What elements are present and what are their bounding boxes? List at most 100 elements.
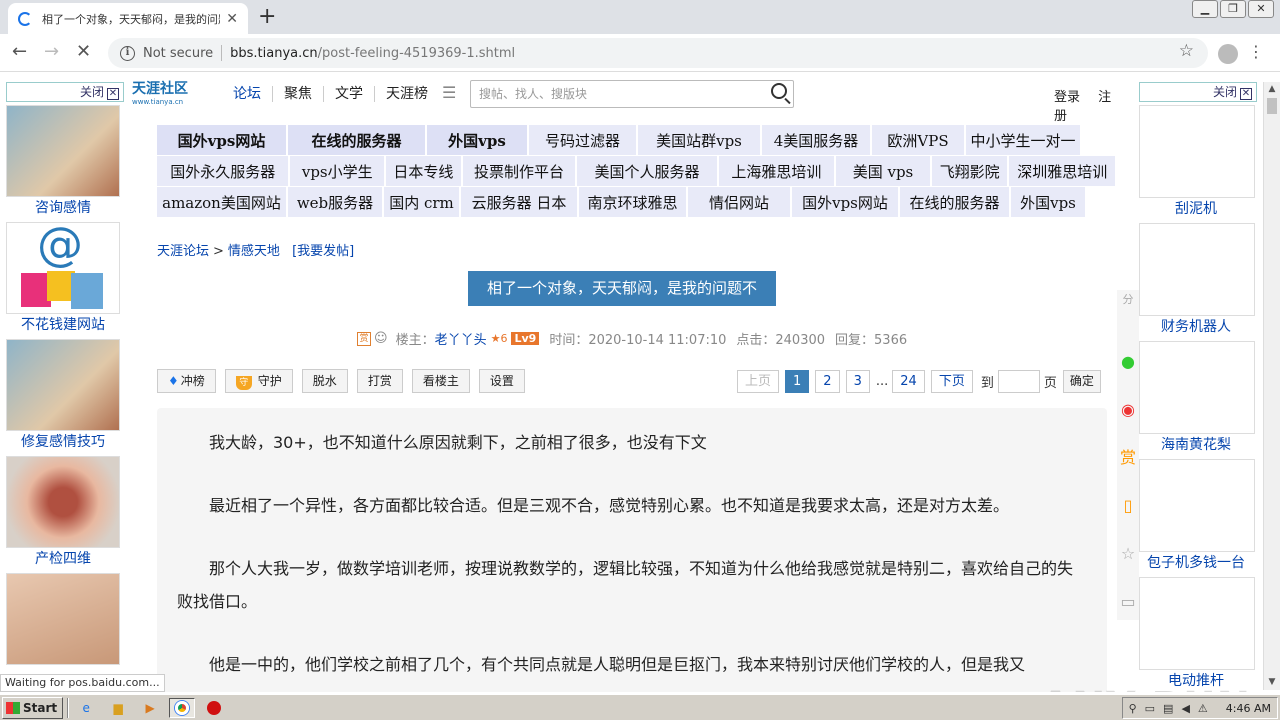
rank-button[interactable]: ♦ 冲榜 xyxy=(157,369,216,393)
ad-image[interactable] xyxy=(6,573,120,665)
share-icon[interactable]: 分 xyxy=(1117,290,1139,338)
comment-icon[interactable]: ▭ xyxy=(1117,578,1139,626)
ad-image[interactable] xyxy=(1139,577,1255,670)
wechat-icon[interactable]: ● xyxy=(1117,338,1139,386)
left-ad-item[interactable] xyxy=(6,573,120,665)
right-ad-item[interactable]: 电动推杆 xyxy=(1139,577,1255,692)
left-ad-label[interactable]: 产检四维 xyxy=(6,548,120,570)
tray-monitor-icon[interactable]: ▭ xyxy=(1145,702,1155,715)
ad-link[interactable]: 美国 vps xyxy=(836,156,930,186)
profile-avatar-icon[interactable] xyxy=(1218,44,1238,64)
left-ad-label[interactable]: 咨询感情 xyxy=(6,197,120,219)
page-number-input[interactable] xyxy=(997,370,1040,393)
left-ad-item[interactable]: 产检四维 xyxy=(6,456,120,570)
minimize-button[interactable]: ▁ xyxy=(1192,0,1218,18)
dehydrate-button[interactable]: 脱水 xyxy=(301,369,348,393)
bookmark-star-icon[interactable]: ☆ xyxy=(1179,41,1194,61)
ad-link[interactable]: 国外永久服务器 xyxy=(157,156,289,186)
next-page-button[interactable]: 下页 xyxy=(930,370,973,393)
ad-image[interactable] xyxy=(1139,105,1255,198)
info-icon[interactable]: i xyxy=(120,45,135,61)
right-ad-label[interactable]: 刮泥机 xyxy=(1139,198,1253,220)
breadcrumb-forum[interactable]: 天涯论坛 xyxy=(157,244,209,259)
reward-icon[interactable]: 赏 xyxy=(1117,434,1139,482)
nav-item-ranking[interactable]: 天涯榜 xyxy=(375,86,439,102)
right-ad-item[interactable]: 刮泥机 xyxy=(1139,105,1255,220)
prev-page-button[interactable]: 上页 xyxy=(737,370,780,393)
start-button[interactable]: Start xyxy=(2,696,64,719)
nav-item-forum[interactable]: 论坛 xyxy=(222,86,273,102)
close-icon[interactable]: ✕ xyxy=(107,88,119,100)
right-ad-item[interactable]: 海南黄花梨 xyxy=(1139,341,1255,456)
mobile-icon[interactable]: ▯ xyxy=(1117,482,1139,530)
ad-link[interactable]: 中小学生一对一 xyxy=(966,125,1080,155)
tray-network-icon[interactable]: ⚲ xyxy=(1129,702,1137,715)
left-ad-item[interactable]: @ 不花钱建网站 xyxy=(6,217,120,336)
forward-arrow-icon[interactable]: → xyxy=(44,41,59,62)
ad-image[interactable] xyxy=(1139,223,1255,316)
nav-item-focus[interactable]: 聚焦 xyxy=(273,86,324,102)
stop-icon[interactable]: ✕ xyxy=(76,41,91,62)
ad-image[interactable] xyxy=(1139,459,1255,552)
goto-confirm-button[interactable]: 确定 xyxy=(1062,370,1101,393)
media-player-icon[interactable]: ▶ xyxy=(137,698,163,718)
close-icon[interactable]: ✕ xyxy=(1240,88,1252,100)
ad-link[interactable]: 上海雅思培训 xyxy=(718,156,835,186)
right-ad-item[interactable]: 财务机器人 xyxy=(1139,223,1255,338)
ad-image[interactable] xyxy=(6,456,120,548)
new-tab-button[interactable]: + xyxy=(258,4,276,29)
ad-link[interactable]: vps小学生 xyxy=(290,156,385,186)
ad-link[interactable]: 国外vps网站 xyxy=(792,187,898,217)
page-scrollbar[interactable]: ▲ ▼ xyxy=(1263,82,1280,690)
left-ad-label[interactable]: 不花钱建网站 xyxy=(6,314,120,336)
ie-icon[interactable]: e xyxy=(73,698,99,718)
chrome-taskbar-icon[interactable] xyxy=(169,697,196,718)
ad-link[interactable]: 投票制作平台 xyxy=(462,156,576,186)
right-ad-item[interactable]: 包子机多钱一台 xyxy=(1139,459,1255,574)
ad-link[interactable]: web服务器 xyxy=(288,187,382,217)
browser-menu-icon[interactable]: ⋮ xyxy=(1248,42,1264,61)
ad-link[interactable]: 深圳雅思培训 xyxy=(1009,156,1115,186)
ad-link[interactable]: amazon美国网站 xyxy=(157,187,286,217)
guard-button[interactable]: 守守护 xyxy=(224,369,293,393)
ad-image[interactable]: @ xyxy=(6,217,120,314)
ad-link[interactable]: 在线的服务器 xyxy=(900,187,1009,217)
weibo-icon[interactable]: ◉ xyxy=(1117,386,1139,434)
ad-link[interactable]: 日本专线 xyxy=(386,156,461,186)
ad-link[interactable]: 南京环球雅思 xyxy=(579,187,686,217)
ad-image[interactable] xyxy=(6,339,120,431)
left-ad-item[interactable]: 修复感情技巧 xyxy=(6,339,120,453)
restore-button[interactable]: ❐ xyxy=(1220,0,1246,18)
browser-tab[interactable]: 相了一个对象，天天郁闷，是我的问题 ✕ xyxy=(8,3,248,34)
tray-volume-icon[interactable]: ◀ xyxy=(1181,702,1189,715)
right-ad-label[interactable]: 包子机多钱一台 xyxy=(1139,552,1253,574)
left-ad-item[interactable]: 咨询感情 xyxy=(6,105,120,219)
ad-link[interactable]: 外国vps xyxy=(1011,187,1085,217)
stop-sign-icon[interactable] xyxy=(201,698,227,718)
ad-link[interactable]: 号码过滤器 xyxy=(529,125,636,155)
ad-link[interactable]: 云服务器 日本 xyxy=(461,187,577,217)
author-name[interactable]: 老丫丫头 xyxy=(435,329,487,348)
breadcrumb-board[interactable]: 情感天地 xyxy=(228,244,280,259)
ad-link[interactable]: 国内 crm xyxy=(384,187,459,217)
search-icon[interactable] xyxy=(771,83,787,99)
page-2-button[interactable]: 2 xyxy=(815,370,840,393)
back-arrow-icon[interactable]: ← xyxy=(12,41,27,62)
right-ad-close[interactable]: 关闭 ✕ xyxy=(1139,82,1257,102)
left-ad-close[interactable]: 关闭 ✕ xyxy=(6,82,124,102)
left-ad-label[interactable]: 修复感情技巧 xyxy=(6,431,120,453)
ad-link[interactable]: 国外vps网站 xyxy=(157,125,286,155)
scroll-thumb[interactable] xyxy=(1267,98,1277,114)
favorite-star-icon[interactable]: ☆ xyxy=(1117,530,1139,578)
login-link[interactable]: 登录 xyxy=(1054,90,1080,105)
ad-image[interactable] xyxy=(1139,341,1255,434)
last-page-button[interactable]: 24 xyxy=(892,370,925,393)
ad-link[interactable]: 情侣网站 xyxy=(688,187,790,217)
site-search-input[interactable]: 搜帖、找人、搜版块 xyxy=(470,80,794,108)
ad-link[interactable]: 4美国服务器 xyxy=(762,125,870,155)
author-only-button[interactable]: 看楼主 xyxy=(411,369,470,393)
new-post-link[interactable]: [我要发帖] xyxy=(292,244,354,259)
tip-button[interactable]: 打赏 xyxy=(356,369,403,393)
ad-link[interactable]: 在线的服务器 xyxy=(288,125,425,155)
ad-link[interactable]: 美国站群vps xyxy=(638,125,760,155)
